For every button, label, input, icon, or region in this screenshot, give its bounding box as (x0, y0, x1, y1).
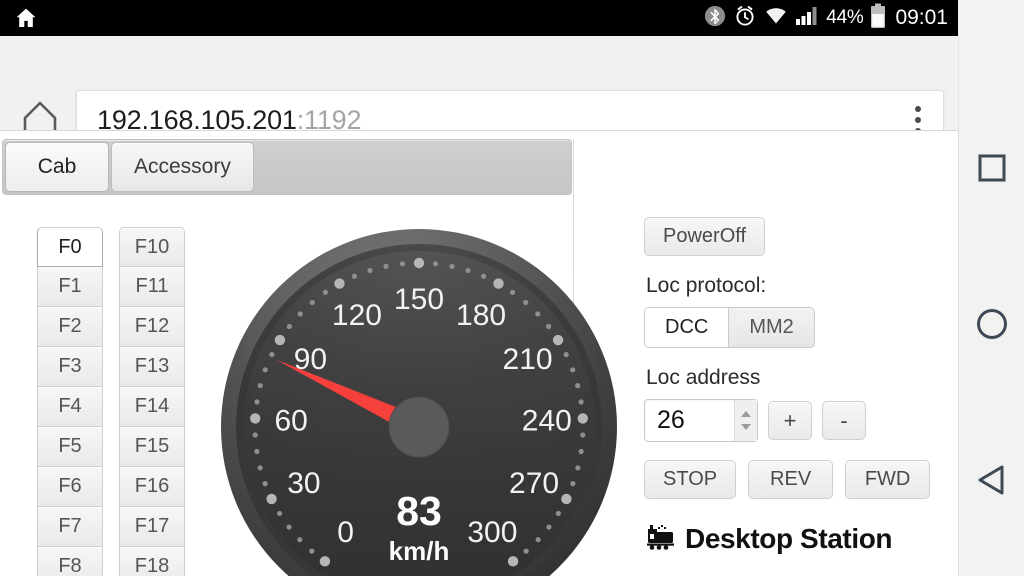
function-button-f13[interactable]: F13 (119, 347, 185, 387)
direction-row: STOP REV FWD (644, 460, 944, 499)
protocol-option-dcc[interactable]: DCC (645, 308, 730, 347)
tab-bar: Cab Accessory (2, 139, 572, 195)
bluetooth-icon (704, 5, 726, 32)
address-decrement-button[interactable]: - (822, 401, 866, 440)
function-button-f0[interactable]: F0 (37, 227, 103, 267)
function-button-f17[interactable]: F17 (119, 507, 185, 547)
function-button-f11[interactable]: F11 (119, 267, 185, 307)
protocol-option-mm2[interactable]: MM2 (729, 308, 814, 347)
function-button-f3[interactable]: F3 (37, 347, 103, 387)
browser-toolbar: 192.168.105.201:1192 (0, 36, 958, 150)
locomotive-icon (644, 521, 678, 556)
function-button-f7[interactable]: F7 (37, 507, 103, 547)
triangle-back-icon[interactable] (959, 450, 1024, 510)
address-increment-button[interactable]: + (768, 401, 812, 440)
loc-address-stepper[interactable] (734, 400, 757, 441)
gauge-tick-label: 300 (467, 516, 517, 549)
wifi-icon (764, 5, 788, 32)
circle-home-icon[interactable] (959, 294, 1024, 354)
signal-icon (795, 6, 819, 31)
function-button-f16[interactable]: F16 (119, 467, 185, 507)
function-button-f12[interactable]: F12 (119, 307, 185, 347)
alarm-icon (733, 4, 757, 33)
function-button-f10[interactable]: F10 (119, 227, 185, 267)
function-button-f8[interactable]: F8 (37, 547, 103, 576)
gauge-unit: km/h (389, 536, 450, 566)
function-button-f1[interactable]: F1 (37, 267, 103, 307)
web-page-viewport: Cab Accessory F0 F1 F2 F3 F4 F5 F6 F7 F8… (0, 131, 958, 576)
android-status-bar: 44% 09:01 (0, 0, 958, 36)
battery-icon (870, 3, 886, 34)
device-screen: 44% 09:01 192.168.105.201:1192 Cab Acces… (0, 0, 1024, 576)
tab-accessory[interactable]: Accessory (111, 142, 254, 192)
control-panel: PowerOff Loc protocol: DCC MM2 Loc addre… (644, 217, 944, 556)
forward-button[interactable]: FWD (845, 460, 931, 499)
function-button-f14[interactable]: F14 (119, 387, 185, 427)
home-icon (14, 6, 38, 30)
address-label: Loc address (646, 366, 761, 389)
function-button-f2[interactable]: F2 (37, 307, 103, 347)
gauge-tick-label: 150 (394, 283, 444, 316)
gauge-tick-label: 180 (456, 299, 506, 332)
clock-label: 09:01 (895, 6, 948, 29)
loc-address-value: 26 (657, 406, 685, 434)
loc-address-input[interactable]: 26 (644, 399, 758, 442)
gauge-tick-label: 210 (503, 343, 553, 376)
gauge-value: 83 (396, 488, 442, 534)
reverse-button[interactable]: REV (748, 460, 834, 499)
function-column-right: F10 F11 F12 F13 F14 F15 F16 F17 F18 (119, 227, 185, 576)
speedometer-gauge[interactable]: 0306090120150180210240270300 83 km/h FWD (219, 227, 619, 576)
desktop-station-logo: Desktop Station (644, 521, 944, 556)
gauge-tick-label: 270 (509, 467, 559, 500)
function-button-f15[interactable]: F15 (119, 427, 185, 467)
power-off-button[interactable]: PowerOff (644, 217, 765, 256)
function-button-f6[interactable]: F6 (37, 467, 103, 507)
status-bar-filler (958, 0, 1024, 36)
android-nav-bar (958, 36, 1024, 576)
gauge-tick-label: 120 (332, 299, 382, 332)
protocol-selector: DCC MM2 (644, 307, 815, 348)
gauge-tick-label: 0 (337, 516, 354, 549)
gauge-tick-label: 60 (274, 404, 307, 437)
gauge-tick-label: 30 (287, 467, 320, 500)
tab-cab[interactable]: Cab (5, 142, 109, 192)
protocol-label: Loc protocol: (646, 274, 767, 297)
gauge-tick-label: 240 (522, 404, 572, 437)
function-button-f5[interactable]: F5 (37, 427, 103, 467)
address-row: 26 + - (644, 399, 944, 442)
function-button-f4[interactable]: F4 (37, 387, 103, 427)
function-button-f18[interactable]: F18 (119, 547, 185, 576)
battery-percent-label: 44% (826, 7, 864, 28)
stop-button[interactable]: STOP (644, 460, 737, 499)
square-recents-icon[interactable] (959, 138, 1024, 198)
logo-text: Desktop Station (685, 522, 893, 554)
function-column-left: F0 F1 F2 F3 F4 F5 F6 F7 F8 (37, 227, 103, 576)
